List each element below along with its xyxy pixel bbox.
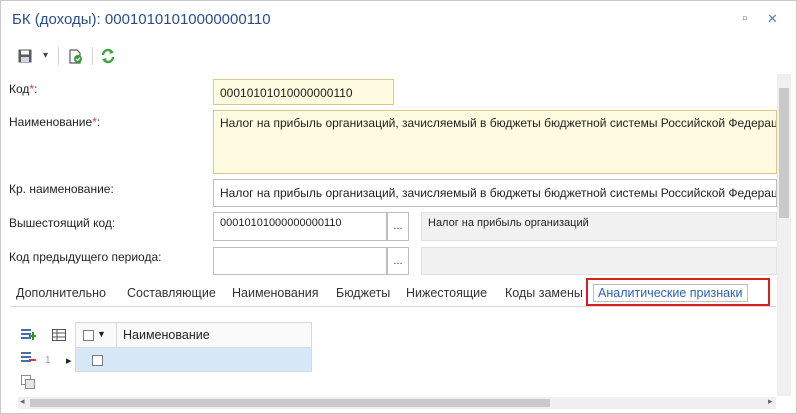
toolbar-separator bbox=[92, 47, 93, 65]
tab-budgets[interactable]: Бюджеты bbox=[336, 286, 390, 300]
delete-row-icon bbox=[21, 352, 36, 362]
short-name-field[interactable]: Налог на прибыль организаций, зачисляемы… bbox=[213, 179, 777, 207]
short-name-label: Кр. наименование: bbox=[9, 182, 114, 196]
restore-button[interactable]: ▫ bbox=[742, 10, 747, 27]
active-tab-highlight bbox=[586, 278, 770, 306]
tab-replacement-codes[interactable]: Коды замены bbox=[505, 286, 583, 300]
delete-row-button[interactable] bbox=[20, 350, 36, 368]
tab-divider bbox=[10, 306, 776, 307]
save-dropdown-button[interactable]: ▾ bbox=[43, 50, 48, 61]
row-number: 1 bbox=[45, 355, 51, 366]
prev-code-label: Код предыдущего периода: bbox=[9, 250, 162, 264]
select-dropdown-icon[interactable]: ▼ bbox=[97, 329, 106, 339]
name-field[interactable]: Налог на прибыль организаций, зачисляемы… bbox=[213, 110, 777, 174]
horizontal-scrollbar-thumb[interactable] bbox=[30, 399, 550, 407]
refresh-icon bbox=[101, 48, 115, 64]
copy-icon bbox=[21, 375, 35, 389]
prev-code-lookup-button[interactable]: ... bbox=[387, 247, 409, 275]
table-row[interactable] bbox=[75, 348, 312, 372]
select-all-checkbox[interactable] bbox=[83, 330, 94, 341]
save-button[interactable] bbox=[18, 49, 32, 66]
vertical-scrollbar-thumb[interactable] bbox=[779, 88, 789, 218]
add-row-button[interactable] bbox=[20, 327, 36, 345]
tab-names[interactable]: Наименования bbox=[232, 286, 318, 300]
column-chooser-button[interactable] bbox=[52, 329, 66, 344]
parent-code-description: Налог на прибыль организаций bbox=[421, 212, 777, 241]
refresh-button[interactable] bbox=[100, 48, 116, 67]
tab-components[interactable]: Составляющие bbox=[127, 286, 216, 300]
copy-row-button[interactable] bbox=[20, 374, 36, 393]
scroll-left-icon[interactable]: ◂ bbox=[20, 396, 25, 407]
row-indicator-icon: ▸ bbox=[66, 355, 72, 367]
parent-code-lookup-button[interactable]: ... bbox=[387, 212, 409, 241]
save-icon bbox=[18, 49, 32, 63]
grid-header-name[interactable]: Наименование bbox=[123, 328, 210, 342]
close-button[interactable]: ✕ bbox=[767, 11, 778, 27]
code-field[interactable]: 00010101010000000110 bbox=[213, 79, 394, 105]
parent-code-field[interactable]: 00010101000000000110 bbox=[213, 212, 387, 241]
tab-subordinate[interactable]: Нижестоящие bbox=[406, 286, 487, 300]
tab-additional[interactable]: Дополнительно bbox=[16, 286, 106, 300]
document-check-icon bbox=[69, 49, 82, 64]
name-label: Наименование*: bbox=[9, 115, 101, 129]
table-icon bbox=[52, 329, 66, 341]
prev-code-field[interactable] bbox=[213, 247, 387, 275]
row-checkbox[interactable] bbox=[92, 355, 103, 366]
prev-code-description bbox=[421, 247, 777, 275]
add-row-icon bbox=[21, 329, 36, 340]
approve-button[interactable] bbox=[68, 49, 83, 67]
parent-code-label: Вышестоящий код: bbox=[9, 216, 116, 230]
toolbar-separator bbox=[58, 47, 59, 65]
window-title: БК (доходы): 00010101010000000110 bbox=[12, 11, 271, 28]
scroll-right-icon[interactable]: ▸ bbox=[768, 396, 773, 407]
code-label: Код*: bbox=[9, 82, 38, 96]
